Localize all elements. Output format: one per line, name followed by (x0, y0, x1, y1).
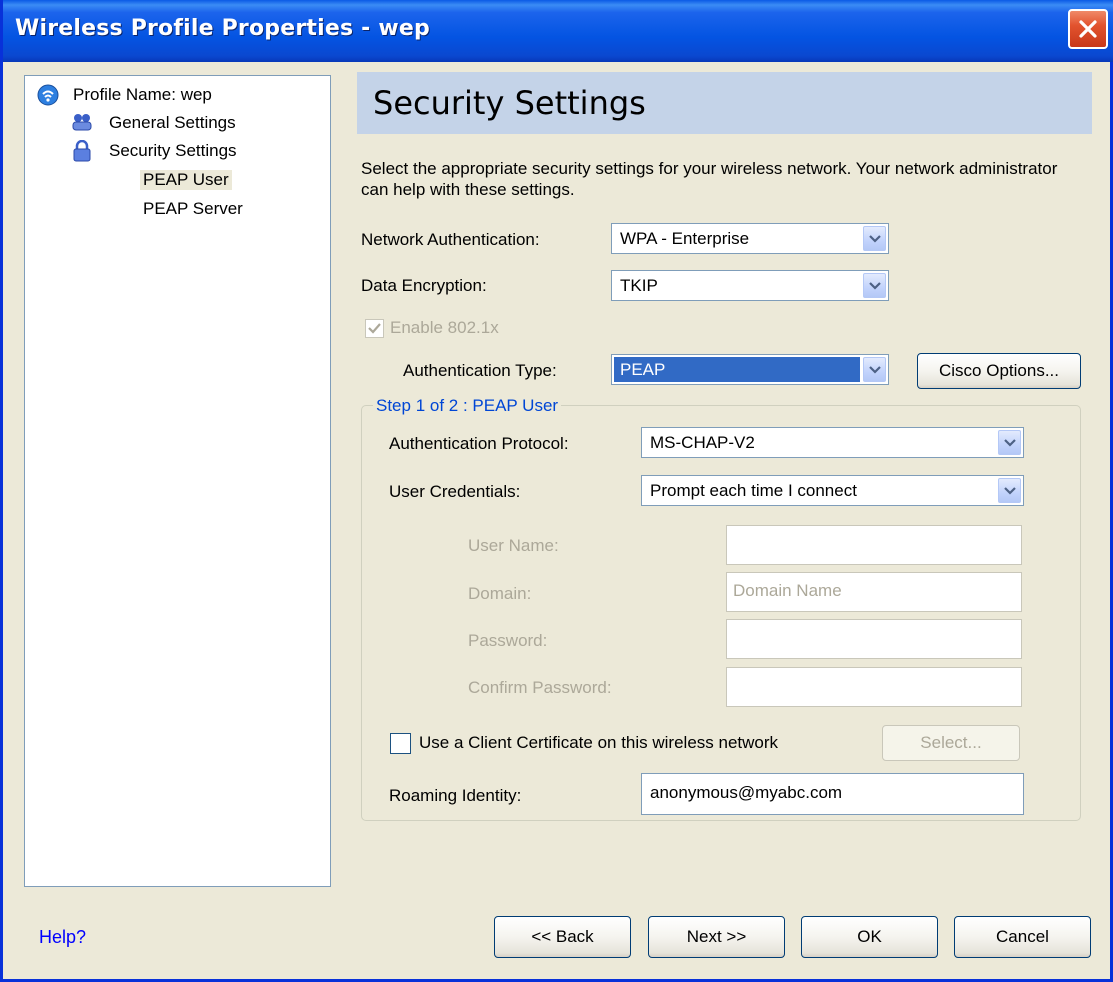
password-label: Password: (468, 631, 548, 650)
password-field[interactable] (726, 619, 1022, 659)
enable-8021x-label: Enable 802.1x (390, 318, 499, 337)
select-certificate-button[interactable]: Select... (882, 725, 1020, 761)
tree-item-peap-user[interactable]: PEAP User (140, 170, 232, 190)
back-label: << Back (531, 927, 594, 946)
tree-item-profile[interactable]: Profile Name: wep (73, 85, 212, 105)
window-title: Wireless Profile Properties - wep (15, 16, 430, 41)
domain-placeholder: Domain Name (733, 581, 842, 600)
cancel-button[interactable]: Cancel (954, 916, 1091, 958)
tree-item-general-settings[interactable]: General Settings (109, 113, 236, 133)
auth-type-select[interactable]: PEAP (611, 354, 889, 385)
domain-field[interactable]: Domain Name (726, 572, 1022, 612)
users-icon (72, 114, 92, 131)
tree-item-peap-server[interactable]: PEAP Server (143, 199, 243, 219)
user-credentials-value: Prompt each time I connect (650, 481, 857, 500)
ok-label: OK (857, 927, 882, 946)
auth-type-label: Authentication Type: (403, 361, 557, 380)
data-encryption-label: Data Encryption: (361, 276, 487, 295)
dialog-window: Wireless Profile Properties - wep Profil… (0, 0, 1113, 982)
chevron-down-icon[interactable] (863, 273, 886, 298)
network-auth-select[interactable]: WPA - Enterprise (611, 223, 889, 254)
close-button[interactable] (1068, 9, 1108, 49)
roaming-identity-label: Roaming Identity: (389, 786, 522, 805)
enable-8021x-checkbox[interactable] (365, 319, 384, 338)
back-button[interactable]: << Back (494, 916, 631, 958)
group-title: Step 1 of 2 : PEAP User (373, 396, 562, 416)
close-icon (1079, 20, 1097, 38)
auth-protocol-label: Authentication Protocol: (389, 434, 569, 453)
domain-label: Domain: (468, 584, 532, 603)
confirm-password-field[interactable] (726, 667, 1022, 707)
chevron-down-icon[interactable] (863, 357, 886, 382)
user-name-label: User Name: (468, 536, 559, 555)
auth-protocol-value: MS-CHAP-V2 (650, 433, 755, 452)
client-cert-label: Use a Client Certificate on this wireles… (419, 733, 779, 752)
cancel-label: Cancel (996, 927, 1049, 946)
network-auth-value: WPA - Enterprise (620, 229, 750, 248)
section-title: Security Settings (373, 84, 646, 122)
next-button[interactable]: Next >> (648, 916, 785, 958)
chevron-down-icon[interactable] (998, 478, 1021, 503)
description-text: Select the appropriate security settings… (361, 159, 1058, 199)
dialog-content: Profile Name: wep General Settings Secur… (3, 62, 1110, 979)
roaming-identity-field[interactable]: anonymous@myabc.com (641, 773, 1024, 815)
next-label: Next >> (686, 927, 747, 946)
select-certificate-label: Select... (920, 733, 982, 752)
auth-type-value: PEAP (614, 357, 860, 382)
client-cert-checkbox[interactable] (390, 733, 411, 754)
network-auth-label: Network Authentication: (361, 230, 540, 249)
wireless-globe-icon (37, 84, 59, 106)
roaming-identity-value: anonymous@myabc.com (650, 783, 843, 802)
auth-protocol-select[interactable]: MS-CHAP-V2 (641, 427, 1024, 458)
user-name-field[interactable] (726, 525, 1022, 565)
help-link[interactable]: Help? (39, 927, 86, 948)
checkmark-icon (368, 323, 381, 334)
cisco-options-button[interactable]: Cisco Options... (917, 353, 1081, 389)
data-encryption-value: TKIP (620, 276, 658, 295)
title-bar[interactable]: Wireless Profile Properties - wep (3, 0, 1113, 62)
lock-icon (73, 140, 91, 162)
user-credentials-select[interactable]: Prompt each time I connect (641, 475, 1024, 506)
user-credentials-label: User Credentials: (389, 482, 521, 501)
chevron-down-icon[interactable] (863, 226, 886, 251)
profile-tree: Profile Name: wep General Settings Secur… (24, 75, 331, 887)
cisco-options-label: Cisco Options... (939, 361, 1059, 380)
tree-item-security-settings[interactable]: Security Settings (109, 141, 237, 161)
ok-button[interactable]: OK (801, 916, 938, 958)
data-encryption-select[interactable]: TKIP (611, 270, 889, 301)
chevron-down-icon[interactable] (998, 430, 1021, 455)
section-header: Security Settings (357, 72, 1092, 134)
confirm-password-label: Confirm Password: (468, 678, 612, 697)
